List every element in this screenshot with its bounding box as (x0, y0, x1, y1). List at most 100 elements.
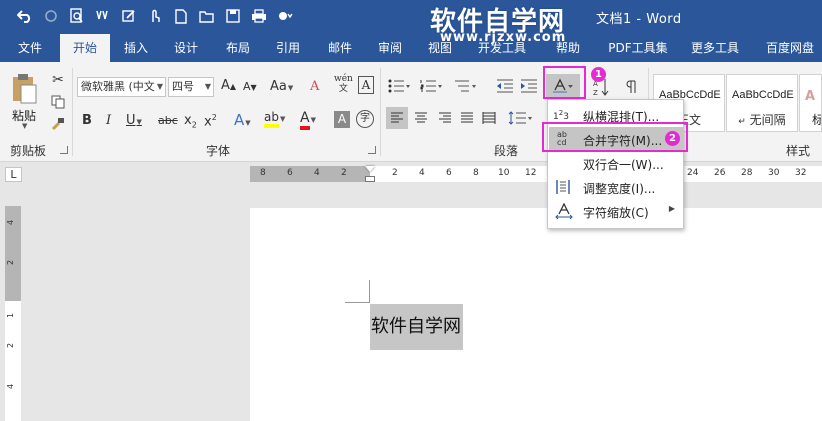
align-center-icon[interactable] (410, 107, 432, 129)
ruler-number: 6 (287, 168, 293, 178)
style-no-spacing[interactable]: AaBbCcDdE ↵ 无间隔 (726, 74, 798, 132)
separator (72, 68, 73, 156)
print-preview-icon[interactable] (66, 5, 88, 27)
touch-mode-icon[interactable] (144, 5, 166, 27)
copy-icon[interactable] (48, 92, 68, 112)
horizontal-ruler[interactable]: 8 6 4 2 2 4 6 8 10 12 14 16 18 20 22 24 … (250, 166, 822, 182)
customize-qat-icon[interactable] (274, 5, 296, 27)
text-effects-icon[interactable]: A▼ (234, 111, 251, 129)
styles-group-label: 样式 (786, 144, 811, 158)
character-border-icon[interactable]: A (358, 76, 374, 94)
superscript-icon[interactable]: x2 (204, 113, 217, 129)
menu-item-two-lines-in-one[interactable]: 双行合一(W)... (549, 151, 683, 175)
tab-selector[interactable]: L (5, 167, 22, 182)
menu-item-label: 双行合一(W)... (583, 158, 664, 172)
font-size-value: 四号 (172, 80, 194, 93)
ruler-number: 2 (6, 259, 16, 266)
paste-dropdown-icon[interactable]: ▼ (22, 122, 27, 130)
tab-layout[interactable]: 布局 (216, 34, 260, 62)
selected-text[interactable]: 软件自学网 (370, 304, 463, 350)
ruler-number: 8 (473, 168, 479, 178)
font-name-combo[interactable]: 微软雅黑 (中文 ▼ (77, 77, 166, 97)
character-shading-icon[interactable]: A (334, 111, 350, 128)
style-heading-partial[interactable]: A 标 (799, 74, 822, 132)
clear-formatting-icon[interactable]: A (310, 79, 319, 94)
font-size-combo[interactable]: 四号 ▼ (168, 77, 214, 97)
chinese-layout-menu: 123 纵横混排(T)... ab cd 合并字符(M)... 双行合一(W)..… (547, 99, 684, 229)
new-document-icon[interactable] (170, 5, 192, 27)
tab-baidu-netdisk[interactable]: 百度网盘 (758, 34, 822, 62)
align-right-icon[interactable] (434, 107, 456, 129)
phonetic-guide-icon[interactable]: wén 文 (334, 74, 353, 94)
increase-indent-icon[interactable] (518, 76, 540, 96)
ruler-number: 10 (498, 168, 510, 178)
ruler-number: 8 (260, 168, 266, 178)
redo-icon[interactable] (40, 5, 62, 27)
bullets-icon[interactable] (386, 76, 414, 96)
clipboard-group-label: 剪贴板 (10, 144, 47, 158)
tab-home[interactable]: 开始 (60, 34, 110, 62)
open-folder-icon[interactable] (196, 5, 218, 27)
tab-references[interactable]: 引用 (266, 34, 310, 62)
increase-font-icon[interactable]: A▲ (221, 78, 236, 93)
tab-mailings[interactable]: 邮件 (318, 34, 362, 62)
font-launcher-icon[interactable] (368, 146, 376, 154)
vertical-ruler[interactable]: 4 2 1 2 4 (5, 206, 21, 421)
show-marks-icon[interactable] (622, 76, 642, 98)
format-painter-icon[interactable] (48, 114, 68, 134)
multilevel-list-icon[interactable] (452, 76, 480, 96)
tab-more-tools[interactable]: 更多工具 (684, 34, 746, 62)
decrease-font-icon[interactable]: A▼ (243, 80, 257, 93)
ruler-margin (250, 166, 370, 182)
line-spacing-icon[interactable] (506, 107, 536, 129)
enclose-characters-icon[interactable]: 字 (356, 110, 374, 128)
justify-icon[interactable] (456, 107, 478, 129)
strikethrough-icon[interactable]: abc (158, 114, 178, 127)
menu-item-adjust-width[interactable]: 调整宽度(I)... (549, 175, 683, 199)
tab-insert[interactable]: 插入 (114, 34, 158, 62)
tab-design[interactable]: 设计 (164, 34, 208, 62)
tab-pdf-tools[interactable]: PDF工具集 (602, 34, 674, 62)
decrease-indent-icon[interactable] (494, 76, 516, 96)
tab-file[interactable]: 文件 (8, 34, 52, 62)
print-icon[interactable] (248, 5, 270, 27)
annotation-highlight (543, 66, 586, 99)
tab-review[interactable]: 审阅 (368, 34, 412, 62)
underline-icon[interactable]: U▼ (126, 113, 142, 128)
first-line-indent-marker[interactable] (365, 166, 375, 172)
paste-icon[interactable] (8, 72, 40, 106)
subscript-icon[interactable]: x2 (184, 113, 197, 130)
ruler-number: 4 (6, 383, 16, 390)
ruler-number: 12 (525, 168, 537, 178)
style-name-partial: 标 (812, 111, 821, 128)
menu-item-label: 字符缩放(C) (583, 206, 649, 220)
menu-item-character-scaling[interactable]: 字符缩放(C) ▶ (549, 199, 683, 223)
undo-icon[interactable] (14, 5, 36, 27)
highlight-icon[interactable]: ab▼ (264, 110, 285, 128)
paragraph-group-label: 段落 (494, 144, 519, 158)
document-page[interactable] (250, 208, 822, 421)
edit-icon[interactable] (118, 5, 140, 27)
style-name-text: 无间隔 (749, 113, 786, 127)
italic-icon[interactable]: I (106, 113, 111, 128)
font-name-value: 微软雅黑 (中文 (81, 80, 155, 93)
align-left-icon[interactable] (386, 107, 408, 129)
clipboard-launcher-icon[interactable] (60, 146, 68, 154)
annotation-badge: 1 (591, 67, 606, 82)
left-indent-marker[interactable] (365, 176, 375, 182)
cut-icon[interactable]: ✂ (48, 70, 68, 90)
svg-text:Z: Z (593, 89, 598, 96)
separator (380, 68, 381, 156)
bold-icon[interactable]: B (82, 113, 92, 128)
ruler-number: 26 (714, 168, 726, 178)
numbering-icon[interactable] (418, 76, 446, 96)
font-color-icon[interactable]: A▼ (300, 110, 316, 130)
char-scale-icon (555, 202, 573, 220)
distributed-icon[interactable] (478, 107, 500, 129)
save-icon[interactable] (222, 5, 244, 27)
spelling-icon[interactable] (92, 5, 114, 27)
ruler-number: 30 (768, 168, 780, 178)
document-title: 文档1 - Word (596, 12, 682, 27)
change-case-icon[interactable]: Aa▼ (270, 79, 293, 94)
ruler-number: 1 (6, 312, 16, 319)
